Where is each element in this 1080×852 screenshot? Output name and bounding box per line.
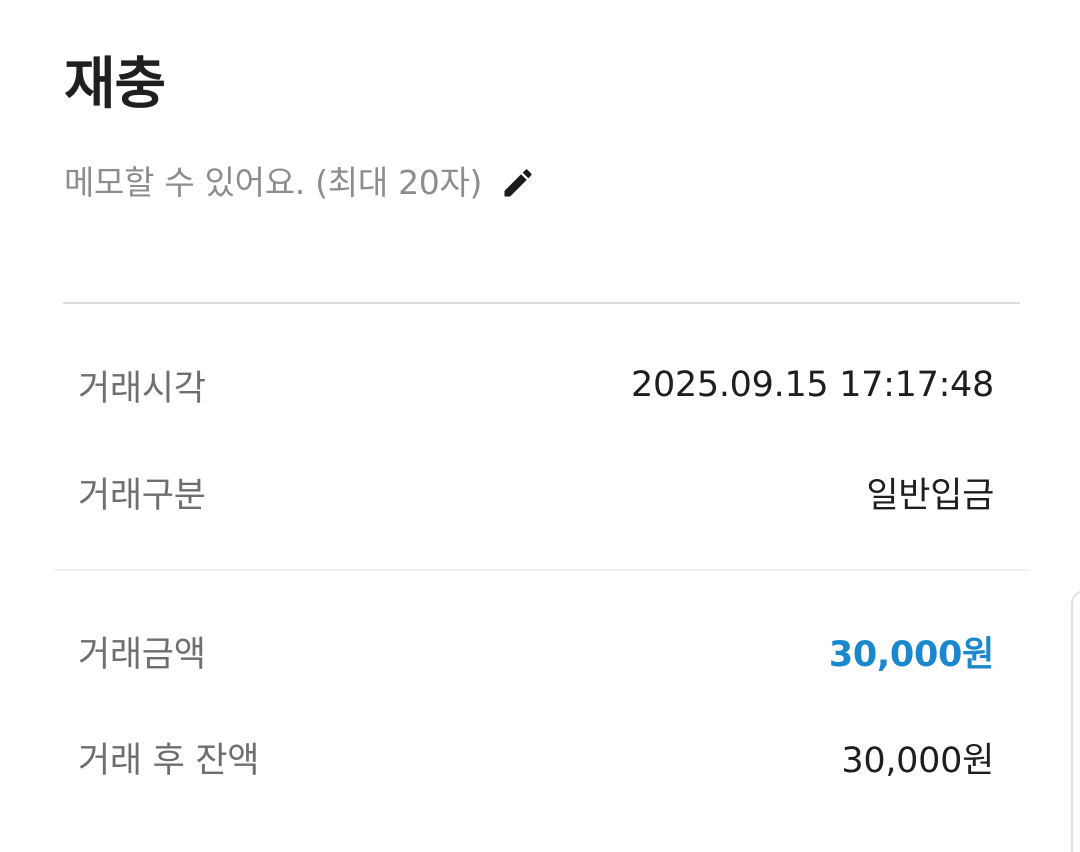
pencil-icon[interactable] (500, 165, 536, 201)
transaction-time-row: 거래시각 2025.09.15 17:17:48 (78, 360, 994, 410)
transaction-amount-label: 거래금액 (78, 634, 206, 675)
balance-after-row: 거래 후 잔액 30,000원 (78, 732, 994, 782)
transaction-type-row: 거래구분 일반입금 (78, 467, 994, 517)
edge-panel-handle[interactable] (1071, 590, 1080, 852)
memo-placeholder: 메모할 수 있어요. (최대 20자) (64, 163, 483, 202)
transaction-time-value: 2025.09.15 17:17:48 (630, 365, 994, 405)
memo-edit-row[interactable]: 메모할 수 있어요. (최대 20자) (64, 158, 536, 208)
section-divider-light (54, 569, 1030, 571)
section-divider (63, 302, 1020, 304)
transaction-type-value: 일반입금 (866, 475, 994, 516)
transaction-amount-row: 거래금액 30,000원 (78, 626, 994, 676)
transaction-time-label: 거래시각 (78, 368, 206, 409)
transaction-amount-value: 30,000원 (828, 634, 994, 675)
transaction-type-label: 거래구분 (78, 475, 206, 516)
balance-after-label: 거래 후 잔액 (78, 740, 260, 781)
balance-after-value: 30,000원 (841, 740, 994, 781)
page-title: 재충 (64, 52, 166, 117)
